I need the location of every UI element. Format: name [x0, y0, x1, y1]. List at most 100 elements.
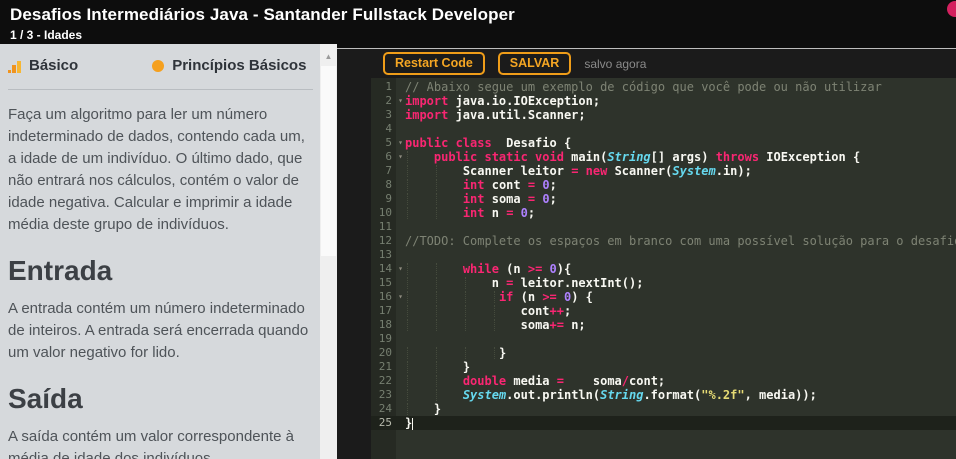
fold-gutter: [396, 234, 405, 248]
code-line[interactable]: 24 }: [371, 402, 956, 416]
code-line[interactable]: 20 }: [371, 346, 956, 360]
code-editor[interactable]: 1 // Abaixo segue um exemplo de código qu…: [371, 78, 956, 459]
line-number[interactable]: 11: [371, 220, 396, 234]
code-line[interactable]: 15 n = leitor.nextInt();: [371, 276, 956, 290]
page-title: Desafios Intermediários Java - Santander…: [10, 5, 515, 24]
code-line[interactable]: 2 ▾ import java.io.IOException;: [371, 94, 956, 108]
code-line[interactable]: 7 Scanner leitor = new Scanner(System.in…: [371, 164, 956, 178]
line-number[interactable]: 21: [371, 360, 396, 374]
fold-gutter: [396, 346, 405, 360]
line-number[interactable]: 25: [371, 416, 396, 430]
code-line[interactable]: 10 int n = 0;: [371, 206, 956, 220]
line-number[interactable]: 19: [371, 332, 396, 346]
fold-arrow-icon[interactable]: ▾: [396, 262, 405, 276]
editor-panel: Restart Code SALVAR salvo agora 1 // Abai…: [337, 44, 956, 459]
line-number[interactable]: 2: [371, 94, 396, 108]
divider: [8, 89, 313, 90]
code-line[interactable]: 14 ▾ while (n >= 0){: [371, 262, 956, 276]
fold-arrow-icon[interactable]: ▾: [396, 290, 405, 304]
notification-dot-icon[interactable]: [947, 1, 956, 17]
difficulty-badge[interactable]: Básico: [8, 57, 78, 74]
code-text: // Abaixo segue um exemplo de código que…: [405, 80, 882, 94]
code-line[interactable]: 17 cont++;: [371, 304, 956, 318]
fold-gutter: [396, 122, 405, 136]
editor-wrap: 1 // Abaixo segue um exemplo de código qu…: [337, 78, 956, 459]
fold-gutter: [396, 332, 405, 346]
line-number[interactable]: 13: [371, 248, 396, 262]
fold-gutter: [396, 276, 405, 290]
fold-gutter: [396, 304, 405, 318]
line-number[interactable]: 4: [371, 122, 396, 136]
line-number[interactable]: 7: [371, 164, 396, 178]
fold-gutter: [396, 206, 405, 220]
code-line[interactable]: 22 double media = soma/cont;: [371, 374, 956, 388]
code-text: n = leitor.nextInt();: [405, 276, 644, 290]
code-line[interactable]: 1 // Abaixo segue um exemplo de código qu…: [371, 80, 956, 94]
code-line[interactable]: 11: [371, 220, 956, 234]
line-number[interactable]: 9: [371, 192, 396, 206]
topic-label: Princípios Básicos: [172, 57, 307, 74]
fold-gutter: [396, 402, 405, 416]
description-scrollbar[interactable]: ▲: [320, 44, 337, 459]
save-button[interactable]: SALVAR: [497, 52, 572, 75]
code-line[interactable]: 19: [371, 332, 956, 346]
code-line[interactable]: 9 int soma = 0;: [371, 192, 956, 206]
code-text: //TODO: Complete os espaços em branco co…: [405, 234, 956, 248]
code-text: Scanner leitor = new Scanner(System.in);: [405, 164, 752, 178]
code-text: int cont = 0;: [405, 178, 557, 192]
code-line[interactable]: 21 }: [371, 360, 956, 374]
line-number[interactable]: 3: [371, 108, 396, 122]
restart-code-button[interactable]: Restart Code: [383, 52, 485, 75]
line-number[interactable]: 10: [371, 206, 396, 220]
scrollbar-thumb[interactable]: [321, 66, 336, 256]
topic-badge[interactable]: Princípios Básicos: [152, 57, 306, 74]
fold-arrow-icon[interactable]: ▾: [396, 136, 405, 150]
scroll-up-icon[interactable]: ▲: [320, 44, 337, 61]
code-text: double media = soma/cont;: [405, 374, 665, 388]
code-line[interactable]: 6 ▾ public static void main(String[] args…: [371, 150, 956, 164]
code-line[interactable]: 12 //TODO: Complete os espaços em branco …: [371, 234, 956, 248]
line-number[interactable]: 15: [371, 276, 396, 290]
fold-gutter: [396, 416, 405, 430]
line-number[interactable]: 17: [371, 304, 396, 318]
code-text: import java.util.Scanner;: [405, 108, 586, 122]
line-number[interactable]: 20: [371, 346, 396, 360]
code-line[interactable]: 25}: [371, 416, 956, 430]
code-text: }: [405, 346, 506, 360]
fold-gutter: [396, 108, 405, 122]
code-text: }: [405, 402, 441, 416]
line-number[interactable]: 6: [371, 150, 396, 164]
code-line[interactable]: 16 ▾ if (n >= 0) {: [371, 290, 956, 304]
line-number[interactable]: 22: [371, 374, 396, 388]
line-number[interactable]: 1: [371, 80, 396, 94]
code-line[interactable]: 4: [371, 122, 956, 136]
code-line[interactable]: 8 int cont = 0;: [371, 178, 956, 192]
main-split: Básico Princípios Básicos Faça um algori…: [0, 44, 956, 459]
section-heading-saida: Saída: [8, 383, 83, 414]
fold-gutter: [396, 388, 405, 402]
line-number[interactable]: 18: [371, 318, 396, 332]
line-number[interactable]: 23: [371, 388, 396, 402]
bullet-icon: [152, 59, 165, 72]
code-text: while (n >= 0){: [405, 262, 571, 276]
code-text: public class Desafio {: [405, 136, 572, 150]
fold-gutter: [396, 374, 405, 388]
line-number[interactable]: 5: [371, 136, 396, 150]
line-number[interactable]: 16: [371, 290, 396, 304]
code-line[interactable]: 18 soma+= n;: [371, 318, 956, 332]
code-line[interactable]: 13: [371, 248, 956, 262]
code-line[interactable]: 3 import java.util.Scanner;: [371, 108, 956, 122]
code-lines: 1 // Abaixo segue um exemplo de código qu…: [371, 80, 956, 430]
description-panel: Básico Princípios Básicos Faça um algori…: [0, 44, 337, 459]
line-number[interactable]: 14: [371, 262, 396, 276]
code-text: import java.io.IOException;: [405, 94, 601, 108]
code-text: }: [405, 416, 414, 430]
line-number[interactable]: 8: [371, 178, 396, 192]
fold-arrow-icon[interactable]: ▾: [396, 150, 405, 164]
line-number[interactable]: 12: [371, 234, 396, 248]
line-number[interactable]: 24: [371, 402, 396, 416]
code-line[interactable]: 23 System.out.println(String.format("%.2…: [371, 388, 956, 402]
code-line[interactable]: 5 ▾ public class Desafio {: [371, 136, 956, 150]
fold-arrow-icon[interactable]: ▾: [396, 94, 405, 108]
code-text: public static void main(String[] args) t…: [405, 150, 860, 164]
